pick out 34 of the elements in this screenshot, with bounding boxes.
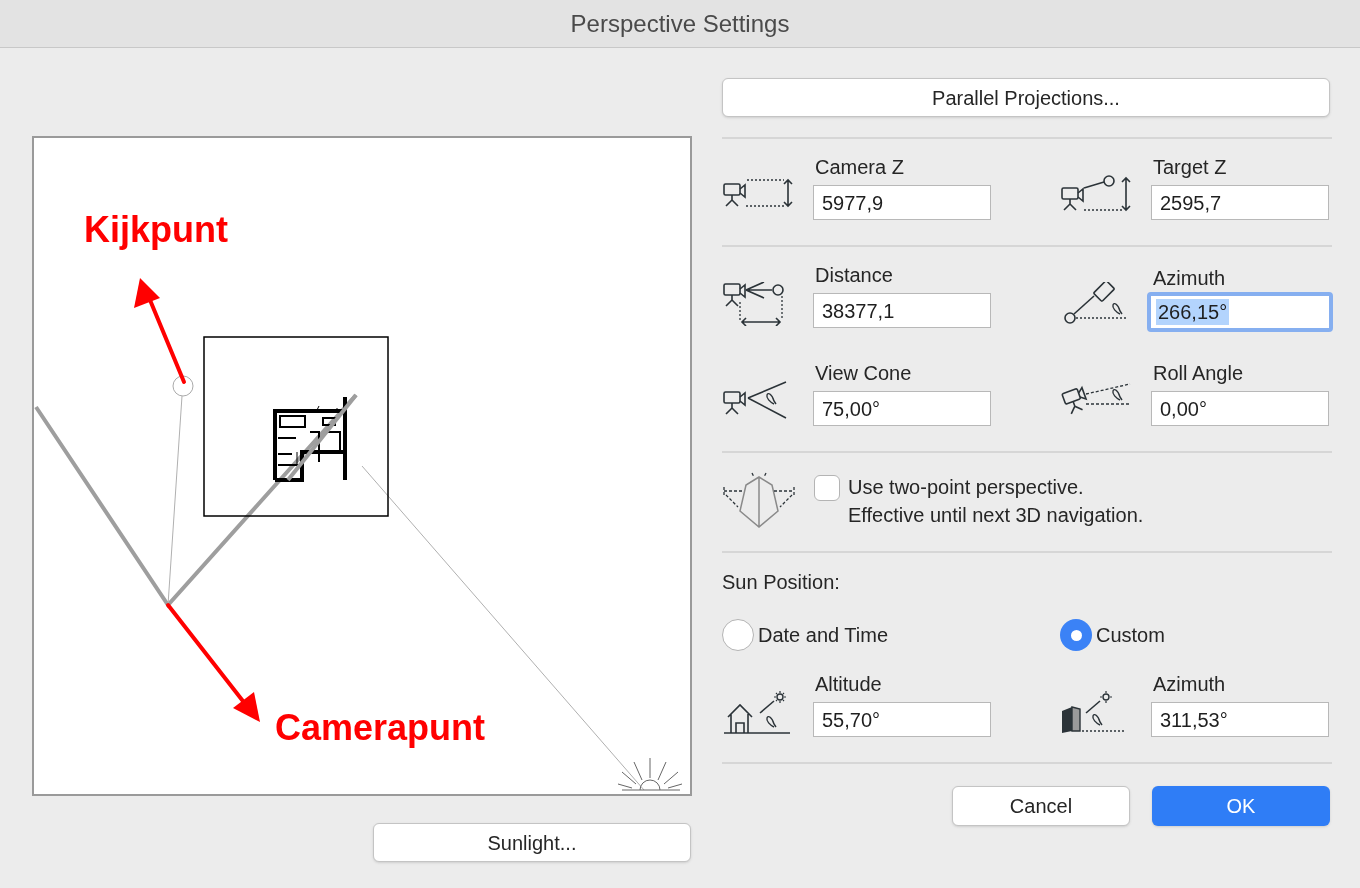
- window-title: Perspective Settings: [570, 8, 790, 39]
- input-field[interactable]: 5977,9: [813, 185, 991, 220]
- field-label: View Cone: [815, 361, 913, 385]
- sunlight-button[interactable]: Sunlight...: [373, 823, 691, 862]
- section-title: Sun Position:: [722, 570, 841, 594]
- input-field[interactable]: 266,15°: [1147, 292, 1333, 332]
- input-field[interactable]: 311,53°: [1151, 702, 1329, 737]
- field-label: Azimuth: [1153, 672, 1227, 696]
- input-field[interactable]: 55,70°: [813, 702, 991, 737]
- input-field[interactable]: 0,00°: [1151, 391, 1329, 426]
- annotation-label: Kijkpunt: [84, 212, 228, 248]
- input-field[interactable]: 2595,7: [1151, 185, 1329, 220]
- radio-label: Date and Time: [758, 623, 889, 648]
- two-point-perspective-icon: [722, 471, 796, 529]
- field-label: Altitude: [815, 672, 883, 696]
- default-button[interactable]: OK: [1152, 786, 1330, 826]
- parallel-projections-button[interactable]: Parallel Projections...: [722, 78, 1330, 117]
- field-label: Distance: [815, 263, 894, 287]
- input-field[interactable]: 38377,1: [813, 293, 991, 328]
- radio-button[interactable]: [1060, 619, 1092, 651]
- radio-button[interactable]: [722, 619, 754, 651]
- field-label: Target Z: [1153, 155, 1228, 179]
- field-label: Azimuth: [1153, 266, 1227, 290]
- annotation-label: Camerapunt: [275, 710, 486, 746]
- checkbox[interactable]: [814, 475, 840, 501]
- radio-label: Custom: [1096, 623, 1165, 648]
- field-label: Roll Angle: [1153, 361, 1245, 385]
- sun-icon: [617, 757, 683, 791]
- target-marker: [172, 375, 194, 397]
- field-label: Camera Z: [815, 155, 905, 179]
- checkbox-label: Effective until next 3D navigation.: [848, 503, 1144, 528]
- input-field[interactable]: 75,00°: [813, 391, 991, 426]
- dialog-button[interactable]: Cancel: [952, 786, 1130, 826]
- checkbox-label: Use two-point perspective.: [848, 475, 1085, 500]
